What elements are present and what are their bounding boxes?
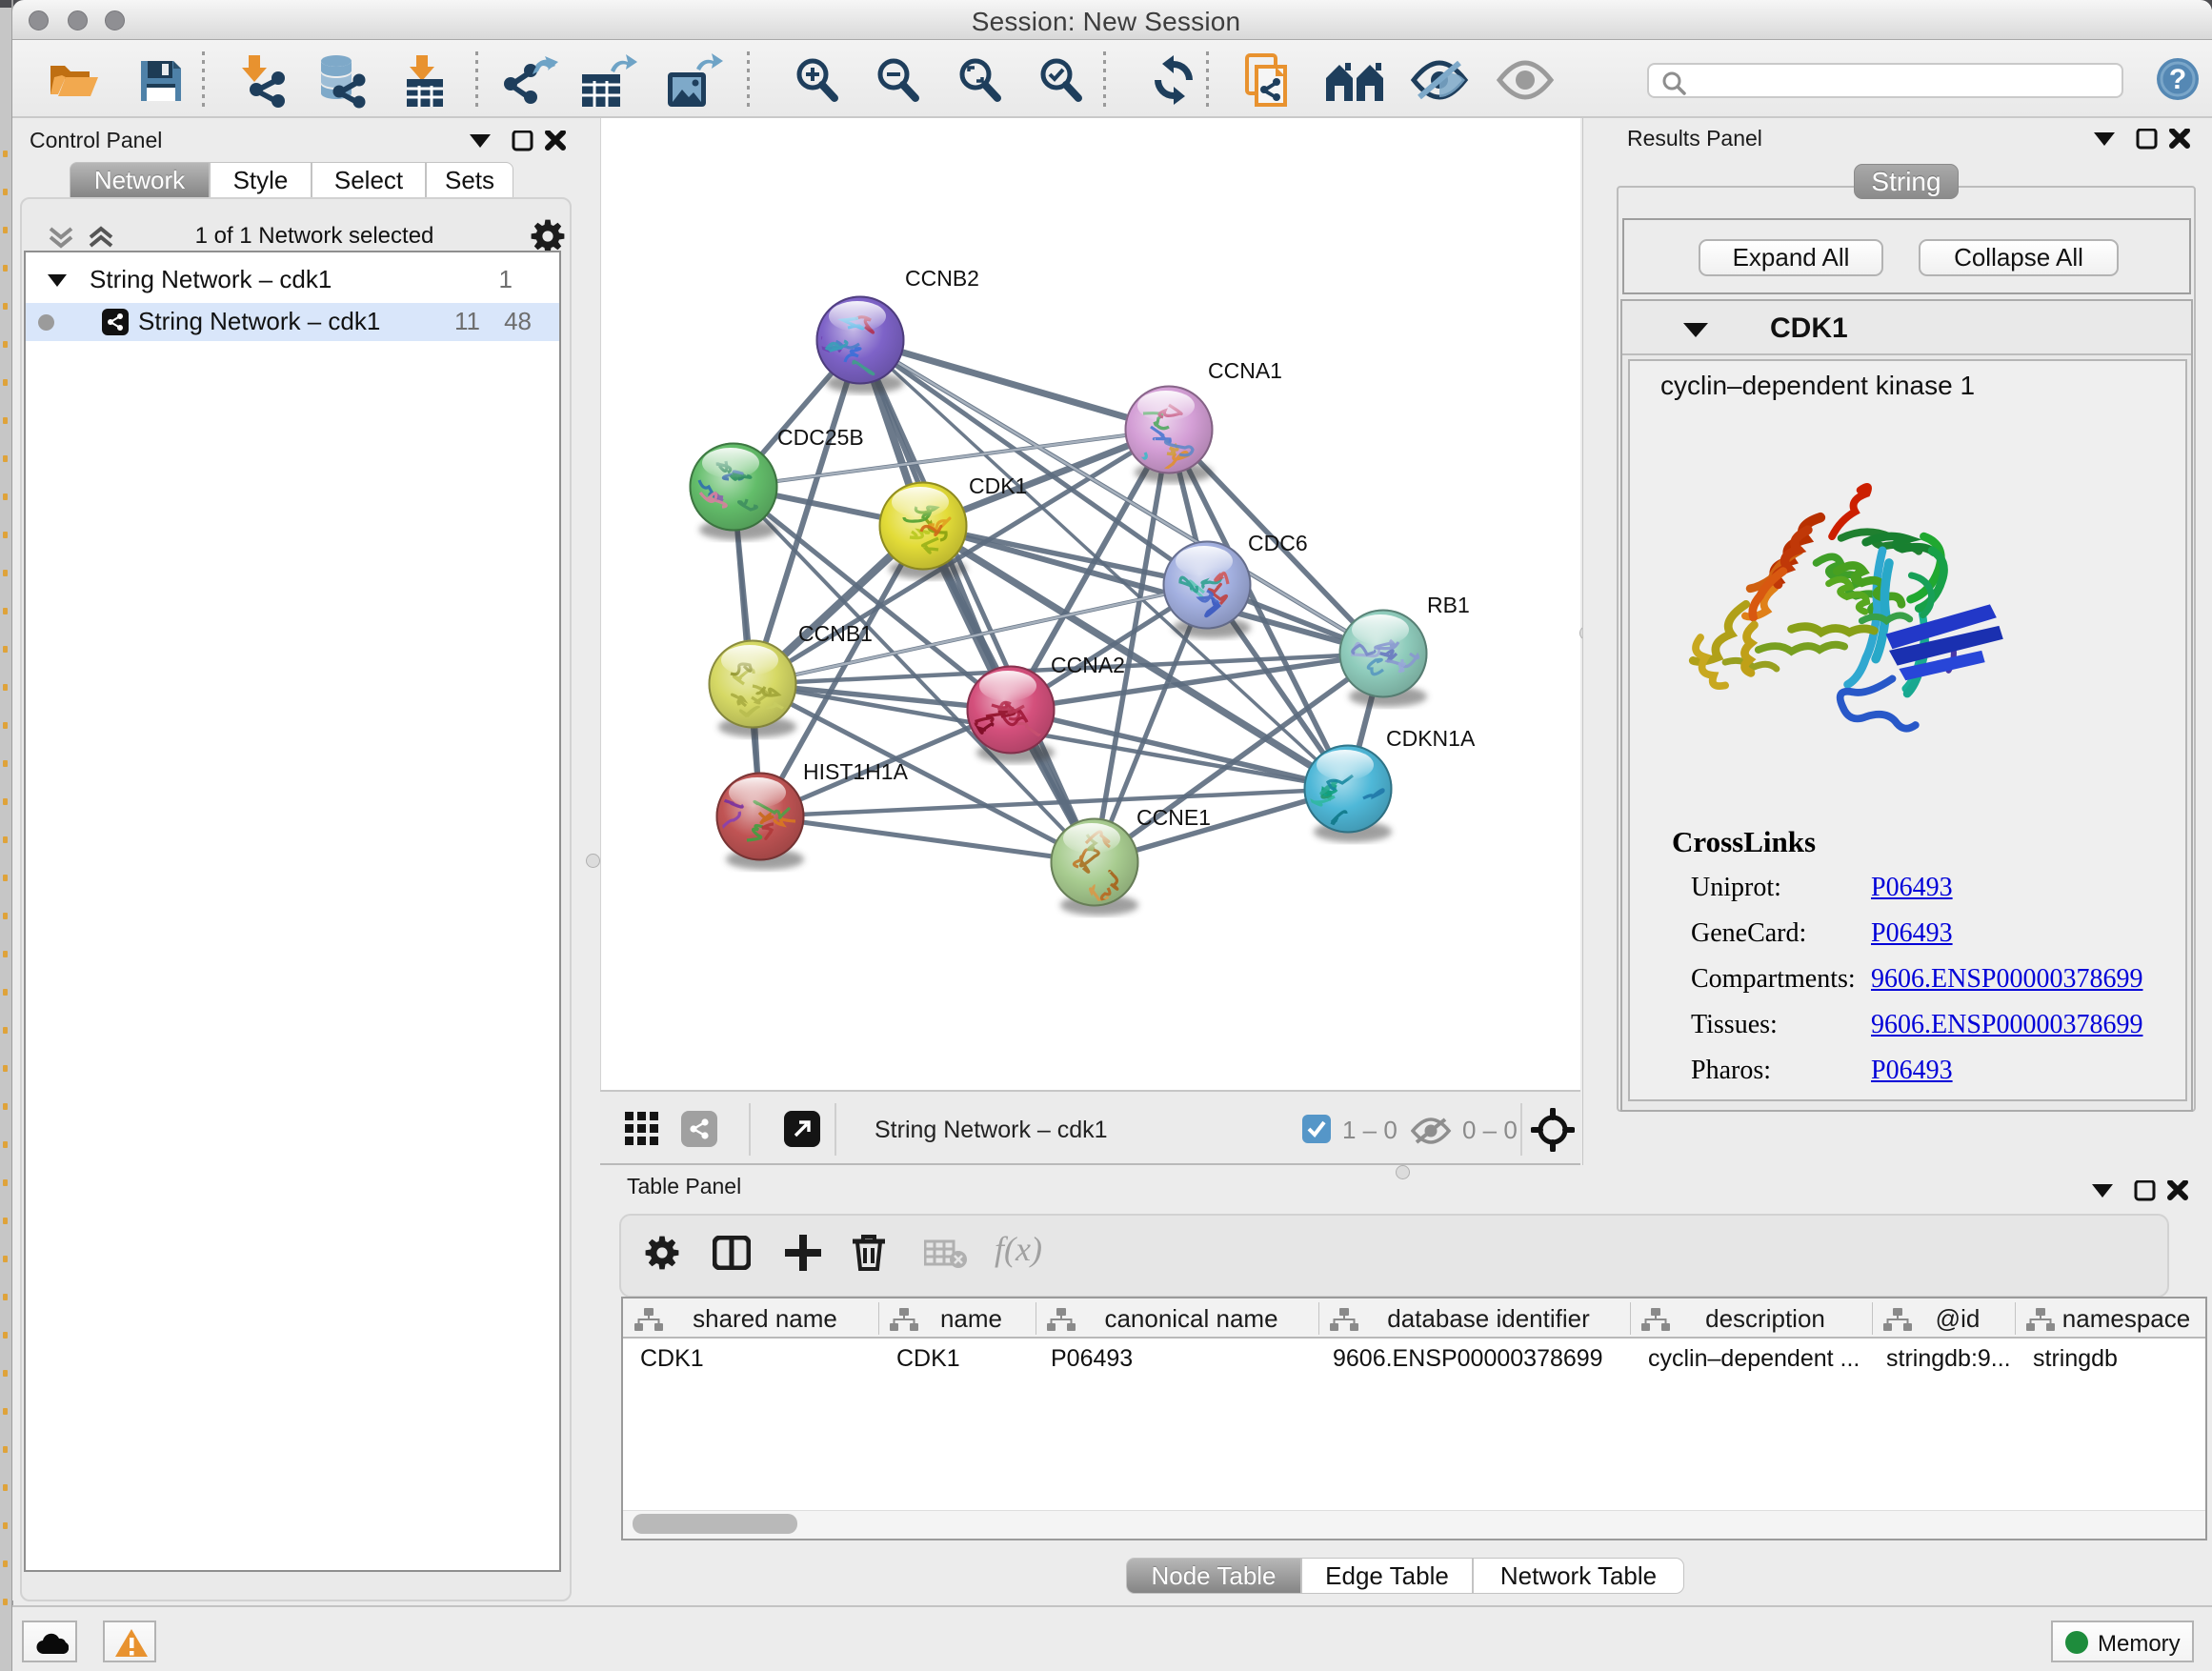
svg-text:CCNE1: CCNE1 [1136, 805, 1211, 830]
svg-text:CCNA2: CCNA2 [1051, 653, 1125, 677]
svg-text:?: ? [2169, 64, 2186, 95]
svg-text:RB1: RB1 [1427, 593, 1470, 617]
svg-text:CDKN1A: CDKN1A [1386, 726, 1476, 751]
svg-text:HIST1H1A: HIST1H1A [803, 759, 909, 784]
svg-text:CCNB2: CCNB2 [905, 266, 979, 291]
svg-text:CCNA1: CCNA1 [1208, 358, 1282, 383]
svg-text:CDK1: CDK1 [969, 473, 1027, 498]
svg-text:CDC6: CDC6 [1248, 531, 1308, 555]
svg-text:CDC25B: CDC25B [777, 425, 864, 450]
svg-text:CCNB1: CCNB1 [798, 621, 873, 646]
